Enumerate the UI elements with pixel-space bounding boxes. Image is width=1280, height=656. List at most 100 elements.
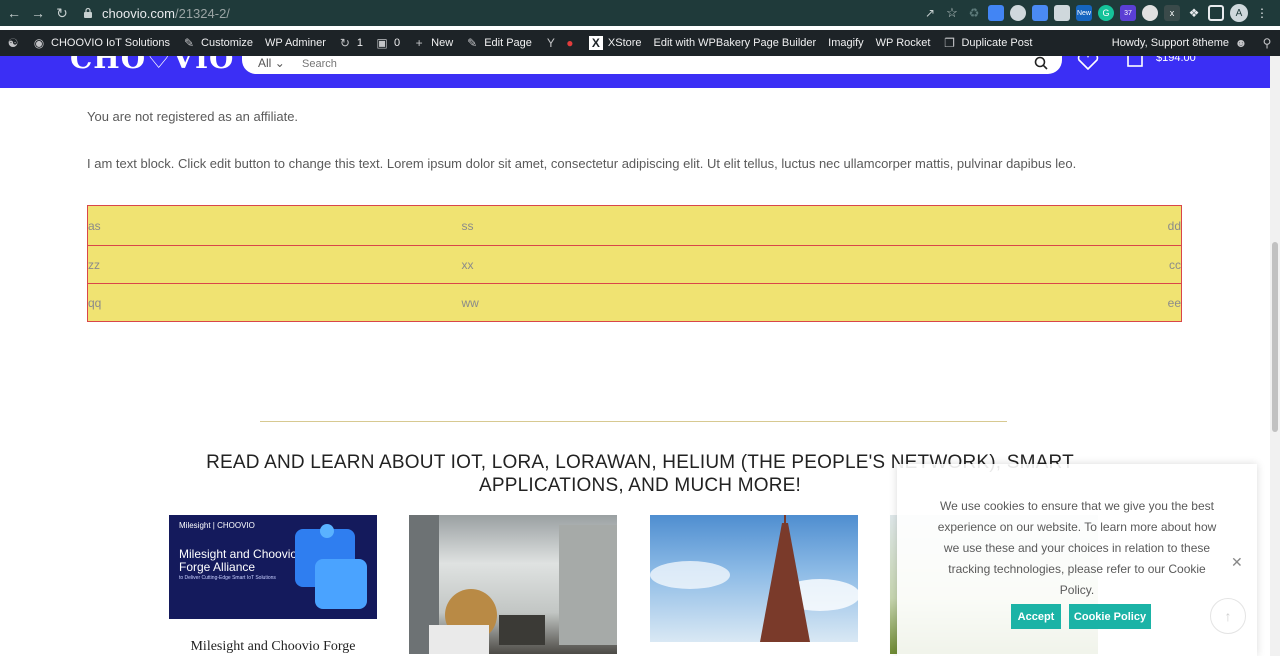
cookie-policy-button[interactable]: Cookie Policy <box>1069 604 1151 629</box>
affiliate-notice: You are not registered as an affiliate. <box>87 109 299 124</box>
xstore-item[interactable]: X XStore <box>583 30 648 56</box>
new-label: New <box>431 37 454 49</box>
table-row: as ss dd <box>87 205 1182 246</box>
search-category-select[interactable]: All ⌄ <box>258 56 302 70</box>
new-content-item[interactable]: + New <box>406 30 459 56</box>
table-cell: ww <box>461 283 822 322</box>
cell-tower-photo-graphic <box>650 515 858 642</box>
comment-icon: ▣ <box>376 36 388 50</box>
wp-rocket-label: WP Rocket <box>875 37 931 49</box>
scrollbar-thumb[interactable] <box>1272 242 1278 432</box>
table-row: zz xx cc <box>87 245 1182 284</box>
extension-globe-icon[interactable] <box>1010 5 1026 21</box>
grammarly-icon[interactable]: G <box>1098 5 1114 21</box>
extension-translate-icon[interactable] <box>1032 5 1048 21</box>
url-host: choovio.com <box>102 5 175 21</box>
extension-new-icon[interactable]: New <box>1076 5 1092 21</box>
edit-page-label: Edit Page <box>484 37 532 49</box>
blog-card[interactable] <box>409 515 617 654</box>
side-panel-icon[interactable] <box>1208 5 1224 21</box>
address-bar[interactable]: choovio.com/21324-2/ <box>82 3 230 23</box>
customize-label: Customize <box>201 37 253 49</box>
blog-card[interactable] <box>650 515 858 642</box>
blog-card-title[interactable]: Milesight and Choovio Forge <box>169 639 377 655</box>
text-block: I am text block. Click edit button to ch… <box>87 156 1077 171</box>
forward-arrow-icon[interactable]: → <box>26 1 50 25</box>
bookmark-star-icon[interactable]: ☆ <box>944 5 960 21</box>
blog-thumbnail[interactable] <box>650 515 858 642</box>
admin-search-item[interactable]: ⚲ <box>1254 30 1280 56</box>
wp-adminer-item[interactable]: WP Adminer <box>259 30 332 56</box>
blog-thumbnail[interactable] <box>409 515 617 654</box>
dashboard-icon: ◉ <box>33 36 45 50</box>
imagify-label: Imagify <box>828 37 864 49</box>
comments-item[interactable]: ▣ 0 <box>369 30 406 56</box>
duplicate-icon: ❐ <box>944 36 955 50</box>
browser-toolbar: ← → ↻ choovio.com/21324-2/ ↗ ☆ ♻ New G 3… <box>0 0 1280 26</box>
search-input[interactable] <box>302 58 1034 70</box>
extension-doc-icon[interactable] <box>988 5 1004 21</box>
section-divider <box>260 421 1007 422</box>
back-arrow-icon[interactable]: ← <box>2 1 26 25</box>
table-cell: cc <box>821 245 1182 284</box>
site-header: CHO♡VIO All ⌄ $194.00 <box>0 56 1280 88</box>
xstore-icon: X <box>588 36 603 50</box>
wp-admin-bar: ☯ ◉ CHOOVIO IoT Solutions ✎ Customize WP A… <box>0 30 1280 56</box>
puzzle-graphic-icon <box>295 524 367 609</box>
wordpress-logo-item[interactable]: ☯ <box>0 30 26 56</box>
updates-item[interactable]: ↻ 1 <box>332 30 369 56</box>
yellow-table: as ss dd zz xx cc qq ww ee <box>87 205 1182 322</box>
chevron-down-icon: ⌄ <box>274 56 285 70</box>
search-icon[interactable] <box>1034 56 1048 70</box>
wp-rocket-item[interactable]: WP Rocket <box>870 30 937 56</box>
table-cell: as <box>87 205 462 246</box>
blog-thumbnail[interactable]: Milesight | CHOOVIO Milesight and Choovi… <box>169 515 377 619</box>
site-logo[interactable]: CHO♡VIO <box>70 56 234 75</box>
blog-card[interactable]: Milesight | CHOOVIO Milesight and Choovi… <box>169 515 377 655</box>
extension-badge-icon[interactable]: 37 <box>1120 5 1136 21</box>
comments-count: 0 <box>394 37 401 49</box>
my-account-item[interactable]: Howdy, Support 8theme ☻ <box>1106 30 1254 56</box>
duplicate-post-label: Duplicate Post <box>961 37 1033 49</box>
xstore-label: XStore <box>607 37 642 49</box>
extension-circle-icon[interactable] <box>1142 5 1158 21</box>
wp-adminer-label: WP Adminer <box>264 37 326 49</box>
wpbakery-label: Edit with WPBakery Page Builder <box>653 37 817 49</box>
milesight-choovio-logo: Milesight | CHOOVIO <box>179 521 255 530</box>
close-icon[interactable]: ✕ <box>1231 555 1245 569</box>
yoast-item[interactable]: Y ● <box>538 30 583 56</box>
pencil-icon: ✎ <box>467 36 478 50</box>
table-row: qq ww ee <box>87 283 1182 322</box>
back-to-top-icon[interactable]: ↑ <box>1210 598 1246 634</box>
extensions-puzzle-icon[interactable]: ❖ <box>1186 5 1202 21</box>
howdy-label: Howdy, Support 8theme <box>1111 37 1229 49</box>
duplicate-post-item[interactable]: ❐ Duplicate Post <box>936 30 1038 56</box>
cookie-consent-popup: We use cookies to ensure that we give yo… <box>897 464 1257 656</box>
imagify-item[interactable]: Imagify <box>822 30 869 56</box>
url-path: /21324-2/ <box>174 5 230 21</box>
reload-icon[interactable]: ↻ <box>50 1 74 25</box>
site-name-item[interactable]: ◉ CHOOVIO IoT Solutions <box>26 30 176 56</box>
updates-count: 1 <box>356 37 364 49</box>
extension-recycle-icon[interactable]: ♻ <box>966 5 982 21</box>
customize-item[interactable]: ✎ Customize <box>176 30 259 56</box>
share-icon[interactable]: ↗ <box>922 5 938 21</box>
table-cell: xx <box>461 245 822 284</box>
cookie-message: We use cookies to ensure that we give yo… <box>937 499 1217 597</box>
extension-x-icon[interactable]: x <box>1164 5 1180 21</box>
cart-icon[interactable] <box>1126 56 1144 68</box>
updates-icon: ↻ <box>339 36 350 50</box>
profile-avatar[interactable]: A <box>1230 4 1248 22</box>
cart-total[interactable]: $194.00 <box>1156 56 1196 64</box>
menu-dots-icon[interactable]: ⋮ <box>1254 5 1270 21</box>
table-cell: ss <box>461 205 822 246</box>
lock-icon <box>84 7 92 18</box>
thumbnail-subtitle: to Deliver Cutting-Edge Smart IoT Soluti… <box>179 575 276 581</box>
extension-camera-icon[interactable] <box>1054 5 1070 21</box>
wishlist-heart-icon[interactable] <box>1077 56 1099 70</box>
wordpress-logo-icon: ☯ <box>7 36 19 50</box>
wpbakery-item[interactable]: Edit with WPBakery Page Builder <box>648 30 823 56</box>
accept-cookies-button[interactable]: Accept <box>1011 604 1061 629</box>
edit-page-item[interactable]: ✎ Edit Page <box>459 30 538 56</box>
user-icon: ☻ <box>1234 36 1248 50</box>
